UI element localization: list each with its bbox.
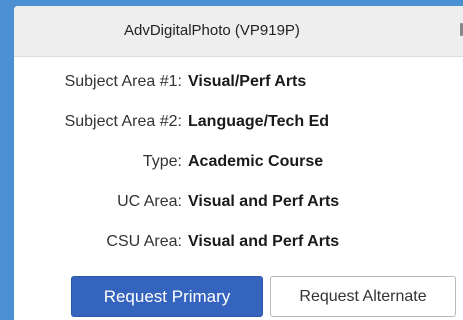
course-detail-card: AdvDigitalPhoto (VP919P) Subject Area #1… [14, 6, 463, 320]
request-alternate-button[interactable]: Request Alternate [270, 276, 456, 317]
detail-label: Subject Area #2: [64, 113, 182, 130]
detail-row-subject-area-1: Subject Area #1: Visual/Perf Arts [14, 73, 463, 95]
detail-value: Academic Course [188, 153, 324, 170]
course-title: AdvDigitalPhoto (VP919P) [124, 22, 300, 39]
detail-row-subject-area-2: Subject Area #2: Language/Tech Ed [14, 113, 463, 135]
detail-label: Type: [142, 153, 182, 170]
detail-row-uc-area: UC Area: Visual and Perf Arts [14, 193, 463, 215]
card-header: AdvDigitalPhoto (VP919P) [14, 6, 463, 57]
detail-value: Visual and Perf Arts [188, 193, 340, 210]
detail-value: Visual/Perf Arts [188, 73, 307, 90]
detail-value: Language/Tech Ed [188, 113, 330, 130]
detail-row-csu-area: CSU Area: Visual and Perf Arts [14, 233, 463, 255]
detail-row-type: Type: Academic Course [14, 153, 463, 175]
detail-label: UC Area: [117, 193, 182, 210]
detail-label: CSU Area: [106, 233, 182, 250]
detail-value: Visual and Perf Arts [188, 233, 340, 250]
detail-label: Subject Area #1: [64, 73, 182, 90]
request-primary-button[interactable]: Request Primary [71, 276, 263, 317]
